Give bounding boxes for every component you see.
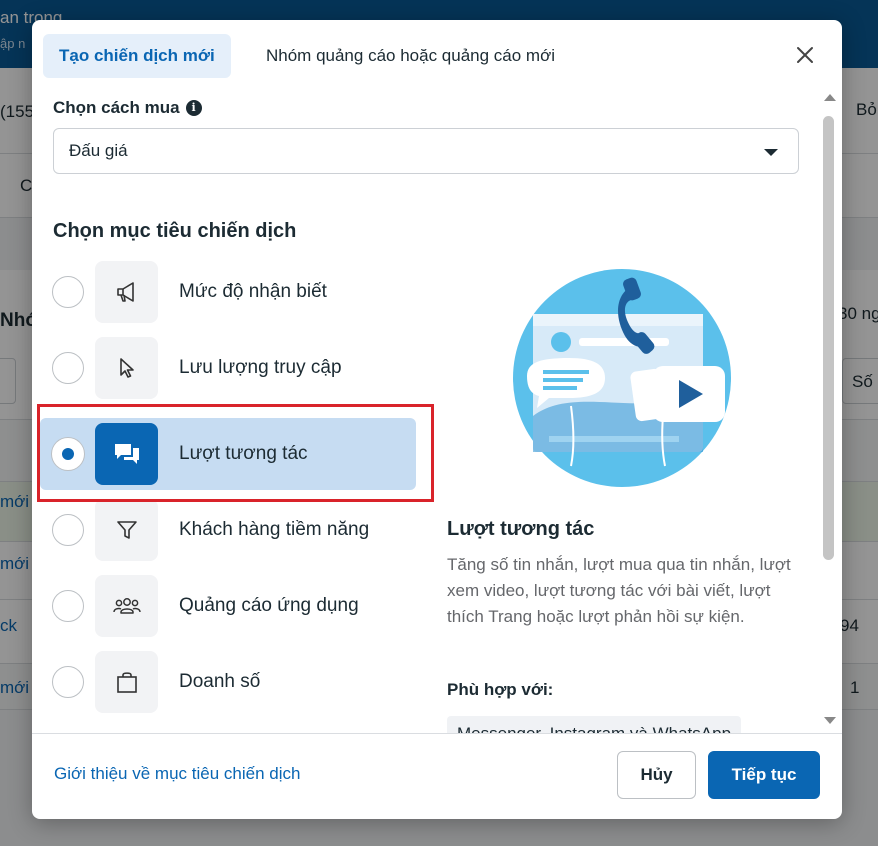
objective-option-sales[interactable]: Doanh số bbox=[40, 646, 416, 718]
suitable-for-label: Phù hợp với: bbox=[447, 680, 554, 699]
objective-icon-tile bbox=[95, 423, 158, 485]
objective-icon-tile bbox=[95, 575, 158, 637]
radio-button[interactable] bbox=[52, 590, 84, 622]
continue-button[interactable]: Tiếp tục bbox=[708, 751, 820, 799]
scrollbar-thumb[interactable] bbox=[823, 116, 834, 560]
funnel-icon bbox=[116, 521, 137, 539]
objective-label: Lưu lượng truy cập bbox=[179, 357, 342, 378]
scroll-down-arrow-icon[interactable] bbox=[824, 717, 836, 724]
radio-button[interactable] bbox=[52, 666, 84, 698]
scroll-up-arrow-icon[interactable] bbox=[824, 94, 836, 101]
radio-button-checked[interactable] bbox=[52, 438, 84, 470]
objective-detail-description: Tăng số tin nhắn, lượt mua qua tin nhắn,… bbox=[447, 555, 791, 626]
objective-detail-title: Lượt tương tác bbox=[447, 518, 595, 540]
megaphone-icon bbox=[116, 282, 134, 302]
tab-new-campaign[interactable]: Tạo chiến dịch mới bbox=[43, 34, 231, 78]
buy-type-value: Đấu giá bbox=[69, 141, 128, 160]
info-icon[interactable]: i bbox=[185, 100, 202, 116]
dialog-tabs: Tạo chiến dịch mới Nhóm quảng cáo hoặc q… bbox=[32, 20, 842, 86]
close-icon bbox=[797, 47, 813, 63]
shopping-bag-icon bbox=[116, 672, 137, 693]
caret-down-icon bbox=[764, 149, 778, 156]
radio-button[interactable] bbox=[52, 352, 84, 384]
scrollbar[interactable] bbox=[820, 94, 836, 728]
objective-option-traffic[interactable]: Lưu lượng truy cập bbox=[40, 332, 416, 404]
objective-icon-tile bbox=[95, 499, 158, 561]
buy-type-label-text: Chọn cách mua bbox=[53, 98, 180, 117]
cursor-icon bbox=[119, 358, 134, 378]
objective-label: Quảng cáo ứng dụng bbox=[179, 595, 359, 616]
chat-bubbles-icon bbox=[114, 444, 139, 464]
engagement-illustration bbox=[513, 269, 731, 487]
create-campaign-dialog: Tạo chiến dịch mới Nhóm quảng cáo hoặc q… bbox=[32, 20, 842, 819]
objective-icon-tile bbox=[95, 651, 158, 713]
about-objectives-link[interactable]: Giới thiệu về mục tiêu chiến dịch bbox=[54, 764, 300, 784]
objective-option-awareness[interactable]: Mức độ nhận biết bbox=[40, 256, 416, 328]
buy-type-label: Chọn cách mua i bbox=[53, 98, 202, 118]
dialog-footer: Giới thiệu về mục tiêu chiến dịch Hủy Ti… bbox=[32, 733, 842, 819]
objective-label: Doanh số bbox=[179, 671, 261, 692]
cancel-button[interactable]: Hủy bbox=[617, 751, 696, 799]
radio-button[interactable] bbox=[52, 276, 84, 308]
objective-icon-tile bbox=[95, 261, 158, 323]
close-button[interactable] bbox=[790, 40, 820, 70]
objective-label: Lượt tương tác bbox=[179, 443, 308, 464]
tab-new-adset-or-ad[interactable]: Nhóm quảng cáo hoặc quảng cáo mới bbox=[250, 34, 571, 78]
people-icon bbox=[112, 598, 141, 614]
objective-label: Mức độ nhận biết bbox=[179, 281, 327, 302]
buy-type-select[interactable]: Đấu giá bbox=[53, 128, 799, 174]
dialog-body[interactable]: Chọn cách mua i Đấu giá Chọn mục tiêu ch… bbox=[32, 86, 842, 733]
campaign-goal-heading: Chọn mục tiêu chiến dịch bbox=[53, 220, 297, 242]
objective-option-app-promotion[interactable]: Quảng cáo ứng dụng bbox=[40, 570, 416, 642]
objective-label: Khách hàng tiềm năng bbox=[179, 519, 370, 540]
objective-icon-tile bbox=[95, 337, 158, 399]
radio-button[interactable] bbox=[52, 514, 84, 546]
objective-option-engagement[interactable]: Lượt tương tác bbox=[40, 418, 416, 490]
objective-option-leads[interactable]: Khách hàng tiềm năng bbox=[40, 494, 416, 566]
suitable-for-chip: Messenger, Instagram và WhatsApp bbox=[447, 716, 742, 733]
